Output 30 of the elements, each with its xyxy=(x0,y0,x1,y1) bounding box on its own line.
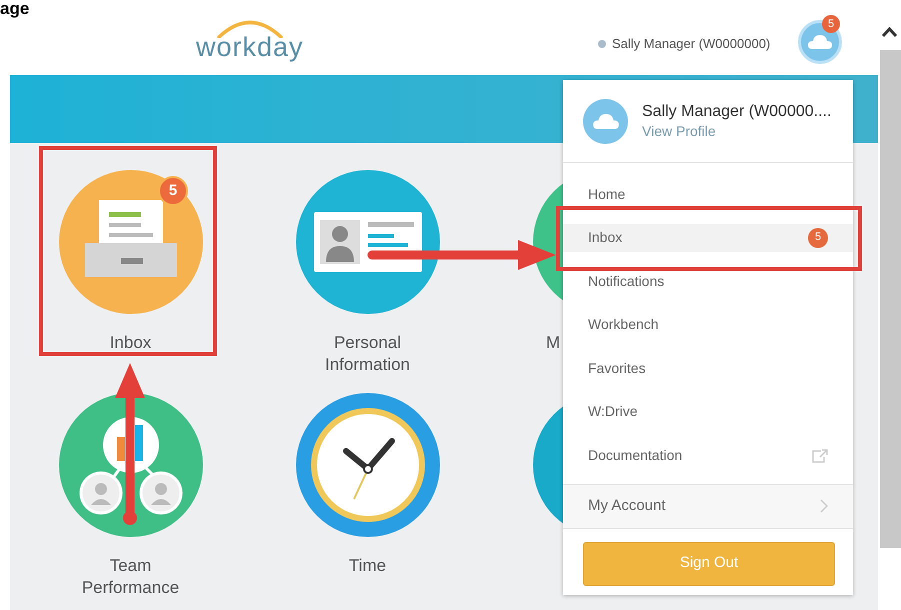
tile-label[interactable]: Team Performance xyxy=(60,555,200,599)
inbox-tray-icon xyxy=(58,170,202,314)
external-link-icon xyxy=(812,448,828,463)
page-heading: age xyxy=(0,0,30,17)
logo-arc-icon xyxy=(214,18,285,38)
menu-item[interactable]: W:Drive xyxy=(563,398,853,426)
menu-item[interactable]: Workbench xyxy=(563,310,853,339)
tile-label[interactable]: Personal Information xyxy=(298,332,438,376)
chevron-right-icon xyxy=(820,499,828,514)
cloud-icon xyxy=(808,35,832,49)
view-profile-link[interactable]: View Profile xyxy=(642,122,716,140)
user-name[interactable]: Sally Manager (W0000000) xyxy=(612,34,770,54)
count-badge: 5 xyxy=(822,15,840,33)
menu-item[interactable]: Favorites xyxy=(563,354,853,382)
scroll-up-icon[interactable] xyxy=(881,27,898,38)
menu-item[interactable]: Home xyxy=(563,180,853,208)
scrollbar-thumb[interactable] xyxy=(880,50,901,548)
logo-wordmark[interactable]: workday xyxy=(196,34,304,60)
clock-icon xyxy=(296,393,440,537)
count-badge: 5 xyxy=(808,228,828,248)
profile-name: Sally Manager (W00000.... xyxy=(642,102,832,122)
menu-item[interactable]: Inbox 5 xyxy=(563,224,853,252)
team-chart-icon xyxy=(58,393,202,537)
menu-item[interactable]: Documentation xyxy=(563,442,853,470)
cloud-icon xyxy=(592,114,618,128)
my-account-item[interactable]: My Account xyxy=(563,484,853,529)
id-card-icon xyxy=(296,170,440,314)
avatar-button[interactable] xyxy=(798,20,842,64)
tile-label[interactable]: Inbox xyxy=(60,332,200,354)
tile-label[interactable]: Time xyxy=(298,555,438,577)
